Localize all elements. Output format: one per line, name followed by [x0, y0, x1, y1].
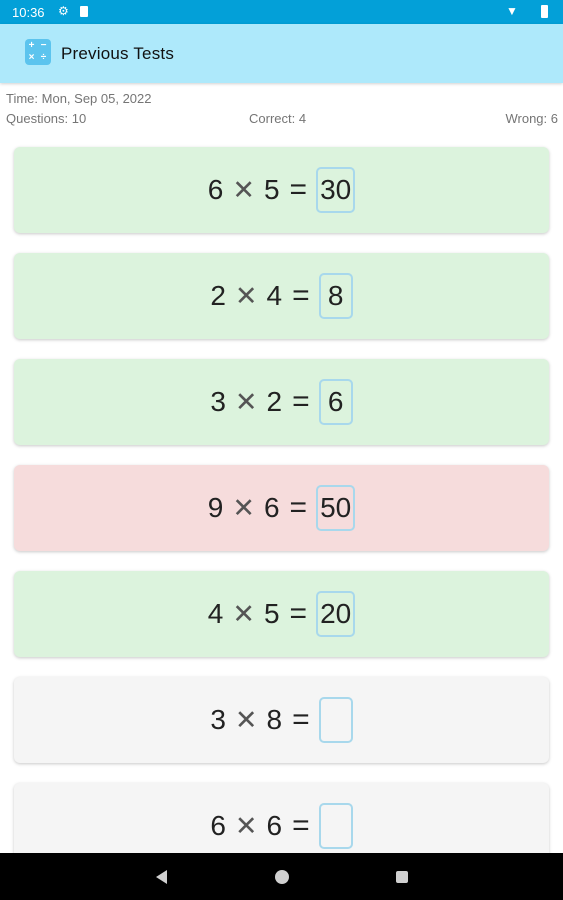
- minus-glyph: −: [40, 40, 47, 51]
- operand-a: 6: [207, 174, 224, 205]
- question-card: 6 ✕ 5 = 30: [14, 147, 549, 233]
- times-glyph: ×: [28, 52, 35, 63]
- operand-a: 3: [210, 386, 226, 417]
- multiply-icon: ✕: [232, 492, 255, 523]
- operand-a: 2: [210, 280, 226, 311]
- answer-field: 20: [316, 591, 356, 637]
- answer-field: 8: [318, 273, 353, 319]
- operand-a: 6: [210, 810, 226, 841]
- question-card: 2 ✕ 4 = 8: [14, 253, 549, 339]
- questions-count: Questions: 10: [6, 111, 87, 126]
- equals-sign: =: [289, 597, 308, 630]
- equation: 2 ✕ 4 = 8: [14, 253, 549, 339]
- equation: 6 ✕ 5 = 30: [14, 147, 549, 233]
- test-summary: Time: Mon, Sep 05, 2022 Questions: 10 Co…: [0, 83, 563, 133]
- wrong-count: Wrong: 6: [505, 111, 558, 126]
- operand-b: 8: [266, 704, 283, 735]
- operand-a: 9: [207, 492, 224, 523]
- equation: 9 ✕ 6 = 50: [14, 465, 549, 551]
- back-icon[interactable]: [156, 870, 167, 884]
- status-bar: 10:36 ⚙ ▼: [0, 0, 563, 24]
- question-card: 3 ✕ 8 =: [14, 677, 549, 763]
- equation: 4 ✕ 5 = 20: [14, 571, 549, 657]
- multiply-icon: ✕: [234, 810, 258, 841]
- plus-glyph: +: [28, 40, 35, 51]
- divide-glyph: ÷: [40, 52, 47, 63]
- recents-icon[interactable]: [396, 871, 408, 883]
- correct-count: Correct: 4: [249, 111, 307, 126]
- home-icon[interactable]: [275, 870, 289, 884]
- status-time: 10:36: [12, 5, 45, 20]
- multiply-icon: ✕: [234, 280, 258, 311]
- operand-b: 5: [263, 598, 280, 629]
- operand-a: 4: [207, 598, 224, 629]
- operand-b: 5: [263, 174, 280, 205]
- multiply-icon: ✕: [234, 704, 258, 735]
- calculator-app-icon: + − × ÷: [25, 39, 51, 65]
- answer-field: [318, 803, 353, 849]
- answer-field: 6: [318, 379, 353, 425]
- navigation-bar: [0, 853, 563, 900]
- question-card: 9 ✕ 6 = 50: [14, 465, 549, 551]
- question-card: 4 ✕ 5 = 20: [14, 571, 549, 657]
- equals-sign: =: [292, 279, 310, 312]
- equals-sign: =: [292, 703, 310, 736]
- gear-icon: ⚙: [58, 4, 69, 18]
- operand-b: 6: [266, 810, 283, 841]
- multiply-icon: ✕: [232, 174, 255, 205]
- sd-card-icon: [80, 6, 88, 17]
- equation: 3 ✕ 2 = 6: [14, 359, 549, 445]
- multiply-icon: ✕: [232, 598, 255, 629]
- multiply-icon: ✕: [234, 386, 258, 417]
- answer-field: 30: [316, 167, 356, 213]
- equals-sign: =: [292, 809, 310, 842]
- question-card: 3 ✕ 2 = 6: [14, 359, 549, 445]
- app-bar: + − × ÷ Previous Tests: [0, 24, 563, 83]
- equals-sign: =: [289, 173, 308, 206]
- equals-sign: =: [289, 491, 308, 524]
- wifi-icon: ▼: [506, 4, 518, 18]
- operand-a: 3: [210, 704, 226, 735]
- equals-sign: =: [292, 385, 310, 418]
- operand-b: 2: [266, 386, 283, 417]
- page-title: Previous Tests: [61, 44, 175, 63]
- test-time: Time: Mon, Sep 05, 2022: [6, 91, 152, 106]
- battery-icon: [541, 5, 548, 18]
- equation: 3 ✕ 8 =: [14, 677, 549, 763]
- operand-b: 4: [266, 280, 283, 311]
- answer-field: 50: [316, 485, 356, 531]
- operand-b: 6: [263, 492, 280, 523]
- answer-field: [318, 697, 353, 743]
